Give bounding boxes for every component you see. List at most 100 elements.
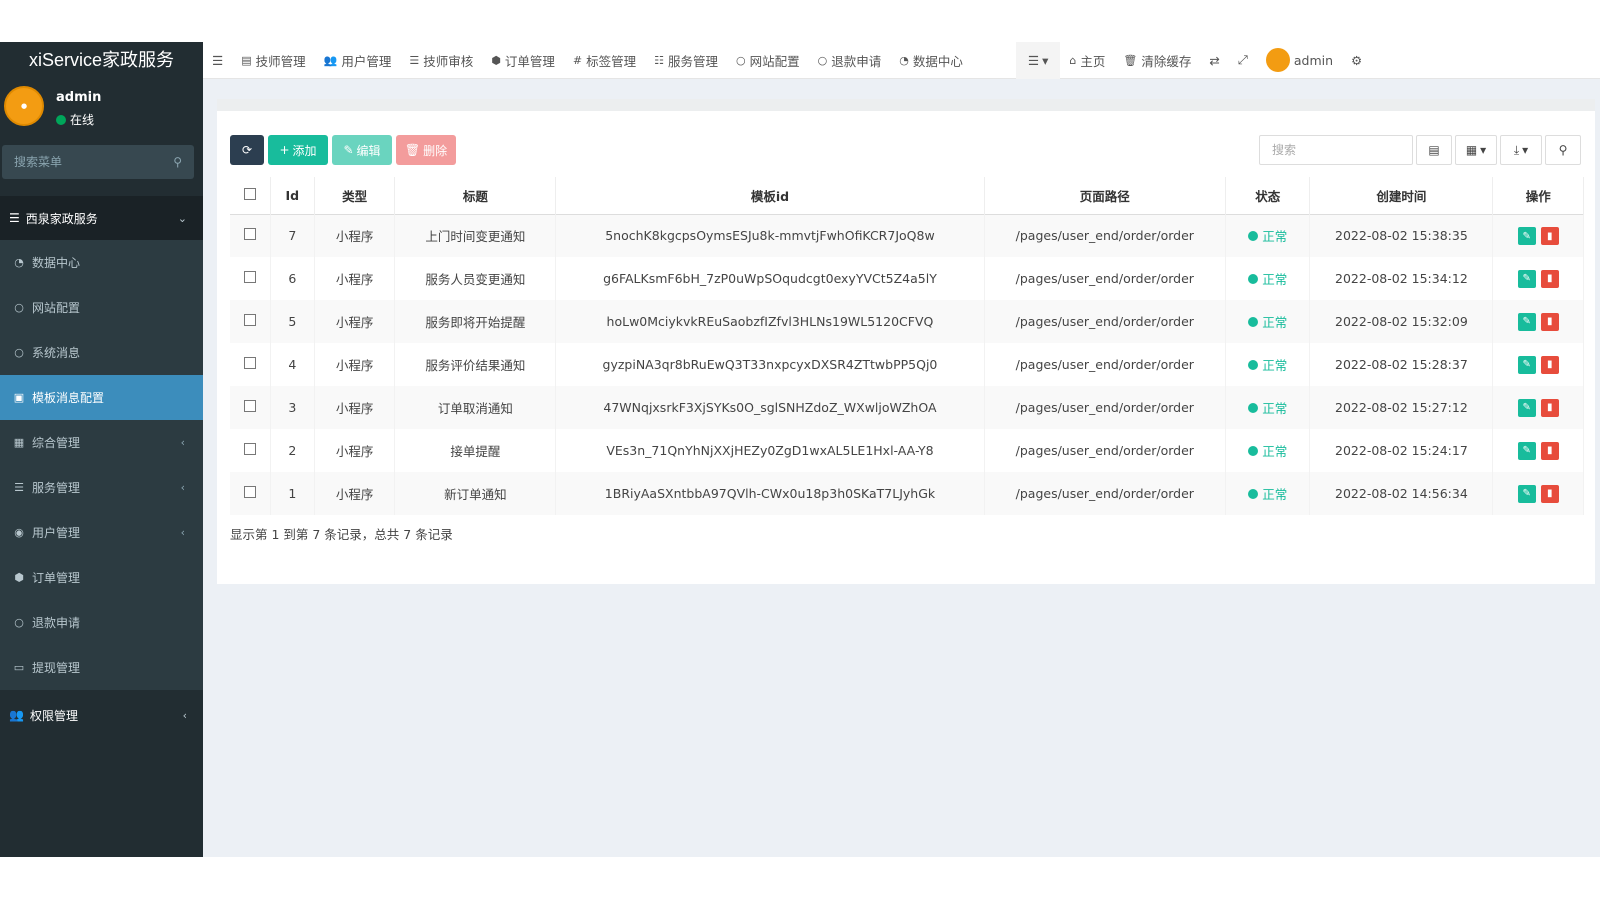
search-icon: ⚲	[1558, 143, 1568, 157]
advanced-search-button[interactable]: ⚲	[1545, 135, 1581, 165]
top-nav-orders[interactable]: ⬢ 订单管理	[482, 42, 564, 79]
row-edit-button[interactable]: ✎	[1517, 441, 1536, 460]
edit-button[interactable]: ✎ 编辑	[332, 135, 392, 165]
row-delete-button[interactable]: ▮	[1540, 441, 1559, 460]
column-header-path[interactable]: 页面路径	[984, 177, 1226, 214]
top-nav-tech-review[interactable]: ☰ 技师审核	[400, 42, 482, 79]
row-checkbox[interactable]	[243, 228, 256, 241]
row-delete-button[interactable]: ▮	[1540, 227, 1559, 245]
table-row[interactable]: 6 小程序 服务人员变更通知 g6FALKsmF6bH_7zP0uWpSOqud…	[230, 257, 1584, 300]
row-edit-button[interactable]: ✎	[1517, 484, 1536, 503]
row-checkbox[interactable]	[243, 443, 256, 455]
settings-button[interactable]: ⚙	[1342, 42, 1371, 79]
dashboard-icon: ◔	[899, 53, 909, 67]
sidebar-item-general[interactable]: ▦ 综合管理 ‹	[0, 420, 203, 465]
column-header-id[interactable]: Id	[270, 177, 315, 214]
table-row[interactable]: 5 小程序 服务即将开始提醒 hoLw0MciykvkREuSaobzfIZfv…	[230, 300, 1584, 343]
add-button[interactable]: + 添加	[268, 135, 328, 165]
row-checkbox[interactable]	[243, 400, 256, 412]
delete-button[interactable]: 🗑 删除	[396, 135, 456, 165]
top-nav-label: 标签管理	[586, 53, 637, 69]
table-row[interactable]: 4 小程序 服务评价结果通知 gyzpiNA3qr8bRuEwQ3T33nxpc…	[230, 343, 1584, 386]
user-status: 在线	[56, 111, 94, 128]
row-checkbox[interactable]	[243, 357, 256, 369]
cell-title: 上门时间变更通知	[394, 214, 557, 257]
sidebar-item-users[interactable]: ◉ 用户管理 ‹	[0, 510, 203, 555]
row-edit-button[interactable]: ✎	[1517, 355, 1536, 374]
fullscreen-button[interactable]: ⤢	[1229, 42, 1257, 79]
sidebar-item-site-config[interactable]: ○ 网站配置	[0, 285, 203, 330]
sidebar-item-orders[interactable]: ⬢ 订单管理	[0, 555, 203, 600]
cell-type: 小程序	[314, 343, 396, 386]
app-logo[interactable]: xiService家政服务	[0, 42, 203, 79]
sidebar-item-system-messages[interactable]: ○ 系统消息	[0, 330, 203, 375]
cell-template-id: 47WNqjxsrkF3XjSYKs0O_sglSNHZdoZ_WXwljoWZ…	[555, 386, 985, 429]
row-delete-button[interactable]: ▮	[1540, 269, 1559, 288]
cell-actions: ✎ ▮	[1492, 300, 1584, 343]
sidebar-item-refunds[interactable]: ○ 退款申请	[0, 600, 203, 645]
row-delete-button[interactable]: ▮	[1540, 398, 1559, 417]
chevron-left-icon: ‹	[180, 481, 185, 494]
pencil-icon: ✎	[1522, 230, 1531, 242]
column-header-status[interactable]: 状态	[1225, 177, 1311, 214]
top-nav-refunds[interactable]: ○ 退款申请	[809, 42, 891, 79]
refresh-button[interactable]: ⟳	[230, 135, 264, 165]
status-label: 正常	[1262, 315, 1288, 330]
sidebar-group-header[interactable]: ☰ 西泉家政服务 ⌄	[0, 196, 203, 240]
user-status-label: 在线	[70, 113, 95, 127]
columns-dropdown[interactable]: ▦ ▾	[1455, 135, 1497, 165]
row-edit-button[interactable]: ✎	[1517, 227, 1536, 245]
more-menu-dropdown[interactable]: ☰ ▾	[1015, 41, 1061, 79]
row-edit-button[interactable]: ✎	[1517, 398, 1536, 417]
row-checkbox[interactable]	[243, 486, 256, 498]
table-row[interactable]: 3 小程序 订单取消通知 47WNqjxsrkF3XjSYKs0O_sglSNH…	[230, 386, 1584, 429]
table-body: 7 小程序 上门时间变更通知 5nochK8kgcpsOymsESJu8k-mm…	[230, 214, 1584, 515]
trash-icon: ▮	[1546, 316, 1553, 328]
row-edit-button[interactable]: ✎	[1517, 269, 1536, 288]
sidebar-item-label: 权限管理	[29, 708, 78, 723]
toggle-view-button[interactable]: ▤	[1416, 135, 1452, 165]
column-header-title[interactable]: 标题	[394, 177, 557, 214]
clear-cache-button[interactable]: 🗑 清除缓存	[1114, 42, 1200, 79]
search-icon[interactable]: ⚲	[173, 155, 182, 169]
sidebar-item-dashboard[interactable]: ◔ 数据中心	[0, 240, 203, 285]
sidebar-item-permissions[interactable]: 👥 权限管理 ‹	[0, 690, 203, 740]
sidebar-search-input[interactable]	[2, 145, 194, 179]
sidebar-item-withdrawals[interactable]: ▭ 提现管理	[0, 645, 203, 690]
column-header-template-id[interactable]: 模板id	[555, 177, 985, 214]
row-delete-button[interactable]: ▮	[1540, 312, 1559, 331]
column-header-created[interactable]: 创建时间	[1309, 177, 1494, 214]
top-nav-site-config[interactable]: ○ 网站配置	[727, 42, 809, 79]
sidebar-item-template-messages[interactable]: ▣ 模板消息配置	[0, 375, 203, 420]
export-dropdown[interactable]: ⤓ ▾	[1500, 135, 1542, 165]
top-nav-dashboard[interactable]: ◔ 数据中心	[890, 42, 972, 79]
top-nav-users[interactable]: 👥 用户管理	[315, 42, 401, 79]
cell-status: 正常	[1225, 386, 1311, 429]
top-nav-technicians[interactable]: ▤ 技师管理	[232, 42, 314, 79]
status-dot-icon	[1248, 273, 1259, 284]
cell-status: 正常	[1225, 472, 1311, 515]
row-edit-button[interactable]: ✎	[1517, 312, 1536, 331]
admin-menu[interactable]: admin	[1257, 42, 1342, 79]
table-row[interactable]: 1 小程序 新订单通知 1BRiyAaSXntbbA97QVlh-CWx0u18…	[230, 472, 1584, 515]
cell-type: 小程序	[314, 257, 396, 300]
row-checkbox[interactable]	[243, 271, 256, 283]
sidebar-item-services[interactable]: ☰ 服务管理 ‹	[0, 465, 203, 510]
translate-button[interactable]: ⇄	[1200, 42, 1228, 79]
table-search-input[interactable]	[1259, 135, 1413, 165]
column-header-type[interactable]: 类型	[314, 177, 396, 214]
row-delete-button[interactable]: ▮	[1540, 484, 1559, 503]
row-delete-button[interactable]: ▮	[1540, 355, 1559, 374]
home-link[interactable]: ⌂ 主页	[1060, 42, 1114, 79]
select-all-checkbox[interactable]	[243, 187, 256, 200]
sidebar-item-label: 数据中心	[32, 256, 81, 270]
avatar: ●	[4, 86, 44, 126]
status-badge: 正常	[1248, 484, 1287, 503]
top-nav-tags[interactable]: # 标签管理	[564, 42, 645, 79]
sidebar-toggle-button[interactable]: ☰	[203, 42, 232, 79]
table-row[interactable]: 7 小程序 上门时间变更通知 5nochK8kgcpsOymsESJu8k-mm…	[230, 214, 1584, 257]
top-nav-services[interactable]: ☷ 服务管理	[645, 42, 727, 79]
row-checkbox[interactable]	[243, 314, 256, 326]
table-row[interactable]: 2 小程序 接单提醒 VEs3n_71QnYhNjXXjHEZy0ZgD1wxA…	[230, 429, 1584, 472]
chevron-left-icon: ‹	[180, 526, 185, 539]
